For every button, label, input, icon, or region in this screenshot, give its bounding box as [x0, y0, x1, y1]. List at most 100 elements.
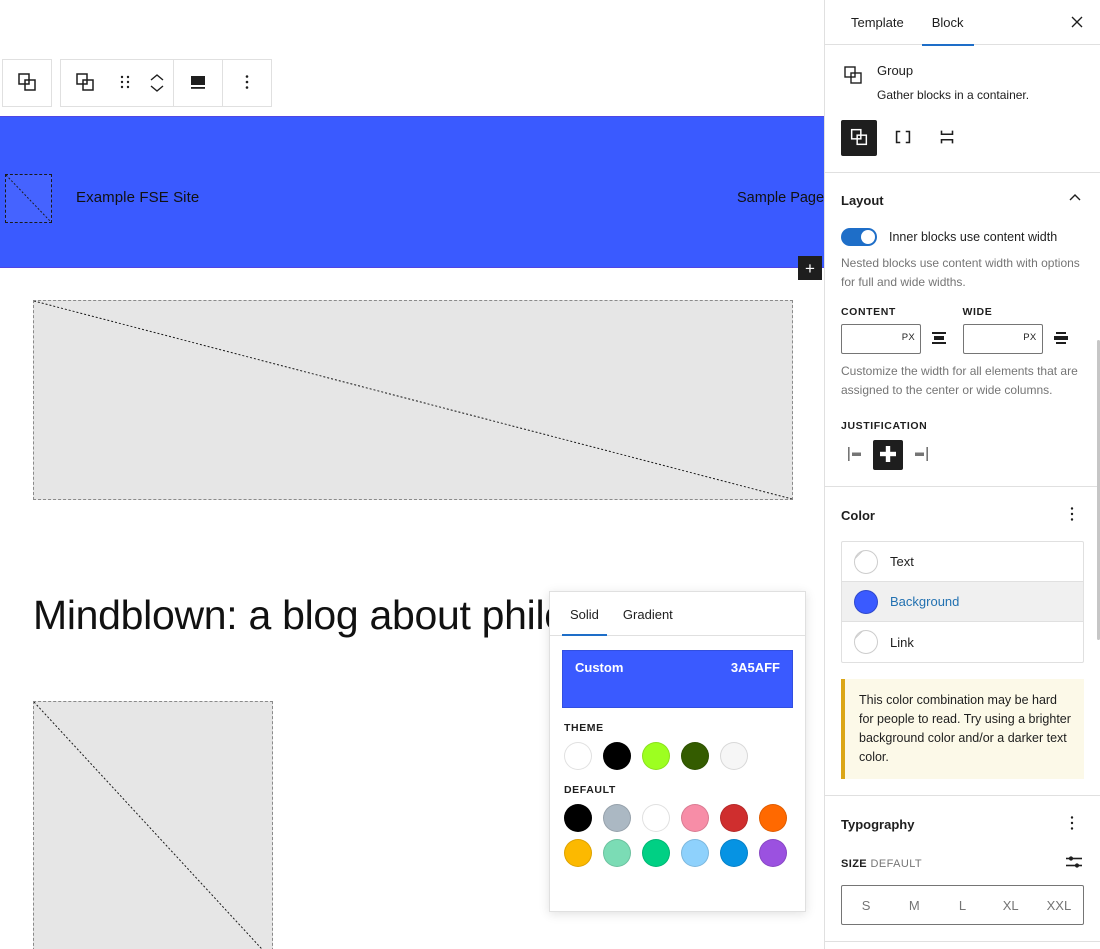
- default-swatch-0[interactable]: [564, 804, 592, 832]
- text-color-swatch: [854, 549, 878, 574]
- default-swatch-2[interactable]: [642, 804, 670, 832]
- content-width-preset-button[interactable]: [929, 328, 949, 351]
- color-picker-tabs: Solid Gradient: [550, 592, 805, 636]
- featured-image-placeholder[interactable]: [33, 300, 793, 500]
- custom-color-swatch[interactable]: Custom 3A5AFF: [562, 650, 793, 708]
- block-toolbar: [2, 59, 272, 107]
- custom-color-label: Custom: [575, 660, 624, 675]
- chevron-up-icon: [1066, 189, 1084, 212]
- theme-swatch-0[interactable]: [564, 742, 592, 770]
- nav-item-sample-page[interactable]: Sample Page: [737, 190, 824, 206]
- typography-options-button[interactable]: [1060, 812, 1084, 836]
- font-size-label: SIZE DEFAULT: [841, 858, 922, 870]
- default-swatch-6[interactable]: [564, 839, 592, 867]
- justify-center-button[interactable]: [873, 440, 903, 470]
- color-item-label: Background: [890, 594, 960, 609]
- inner-blocks-content-width-toggle[interactable]: [841, 228, 877, 246]
- align-wide-width-icon: [1051, 328, 1071, 351]
- default-swatch-3[interactable]: [681, 804, 709, 832]
- ellipsis-vertical-icon: [1063, 505, 1081, 526]
- color-picker-popover: Solid Gradient Custom 3A5AFF THEME DEFAU…: [549, 591, 806, 912]
- color-item-background[interactable]: Background: [842, 582, 1083, 622]
- variation-stack-button[interactable]: [929, 120, 965, 156]
- default-swatch-10[interactable]: [720, 839, 748, 867]
- theme-swatch-3[interactable]: [681, 742, 709, 770]
- default-swatch-8[interactable]: [642, 839, 670, 867]
- font-size-s-button[interactable]: S: [842, 886, 890, 924]
- block-card-section: Group Gather blocks in a container.: [825, 45, 1100, 173]
- sidebar-tabs: Template Block: [825, 0, 1100, 46]
- color-panel-header: Color: [841, 503, 1084, 527]
- justification-label: JUSTIFICATION: [841, 420, 928, 432]
- variation-group-button[interactable]: [841, 120, 877, 156]
- typography-panel: Typography SIZE DEFAULT S M L XL XXL: [825, 796, 1100, 942]
- tab-gradient[interactable]: Gradient: [611, 592, 685, 636]
- variation-row-button[interactable]: [885, 120, 921, 156]
- block-toolbar-main: [60, 59, 272, 107]
- tab-block[interactable]: Block: [918, 0, 978, 46]
- editor-screen: Example FSE Site Sample Page + Mindblown…: [0, 0, 1100, 949]
- close-icon: [1069, 14, 1085, 33]
- block-card: Group Gather blocks in a container.: [841, 61, 1084, 104]
- ellipsis-vertical-icon: [238, 73, 256, 94]
- palette-theme-row: [550, 742, 805, 770]
- color-panel-title: Color: [841, 507, 875, 523]
- default-swatch-11[interactable]: [759, 839, 787, 867]
- wide-width-control: WIDE PX: [962, 306, 1085, 354]
- color-item-link[interactable]: Link: [842, 622, 1083, 662]
- default-swatch-9[interactable]: [681, 839, 709, 867]
- sliders-icon: [1064, 852, 1084, 875]
- justify-right-button[interactable]: [905, 440, 935, 470]
- layout-help-text: Nested blocks use content width with opt…: [841, 256, 1080, 289]
- wide-width-input[interactable]: [962, 324, 1043, 354]
- font-size-xl-button[interactable]: XL: [987, 886, 1035, 924]
- font-size-segments: S M L XL XXL: [841, 885, 1084, 925]
- close-settings-button[interactable]: [1064, 10, 1090, 36]
- block-appender-button[interactable]: +: [798, 256, 822, 280]
- layout-panel: Layout Inner blocks use content width Ne…: [825, 173, 1100, 487]
- theme-swatch-4[interactable]: [720, 742, 748, 770]
- post-image-placeholder[interactable]: [33, 701, 273, 949]
- color-item-label: Text: [890, 554, 914, 569]
- font-size-custom-toggle-button[interactable]: [1064, 852, 1084, 875]
- content-width-input[interactable]: [841, 324, 921, 354]
- width-help-text: Customize the width for all elements tha…: [841, 364, 1078, 397]
- justify-center-icon: [876, 442, 900, 469]
- site-title[interactable]: Example FSE Site: [76, 189, 199, 206]
- font-size-l-button[interactable]: L: [938, 886, 986, 924]
- font-size-xxl-button[interactable]: XXL: [1035, 886, 1083, 924]
- theme-swatch-1[interactable]: [603, 742, 631, 770]
- default-swatch-7[interactable]: [603, 839, 631, 867]
- justify-left-button[interactable]: [841, 440, 871, 470]
- group-icon: [841, 63, 865, 87]
- block-card-description: Gather blocks in a container.: [877, 88, 1030, 102]
- layout-panel-header[interactable]: Layout: [841, 189, 1084, 212]
- wide-width-preset-button[interactable]: [1051, 328, 1071, 351]
- align-center-width-icon: [929, 328, 949, 351]
- content-width-control: CONTENT PX: [841, 306, 963, 354]
- site-logo-placeholder[interactable]: [5, 174, 52, 223]
- color-options-button[interactable]: [1060, 503, 1084, 527]
- block-options-button[interactable]: [223, 60, 271, 106]
- drag-dots-icon: [116, 73, 134, 94]
- chevron-up-icon: [148, 72, 166, 83]
- theme-swatch-2[interactable]: [642, 742, 670, 770]
- default-swatch-4[interactable]: [720, 804, 748, 832]
- color-item-text[interactable]: Text: [842, 542, 1083, 582]
- group-icon: [848, 126, 870, 151]
- block-type-button[interactable]: [61, 60, 109, 106]
- font-size-m-button[interactable]: M: [890, 886, 938, 924]
- tab-template[interactable]: Template: [837, 0, 918, 45]
- default-swatch-1[interactable]: [603, 804, 631, 832]
- contrast-warning-notice: This color combination may be hard for p…: [841, 679, 1084, 779]
- background-color-swatch: [854, 589, 878, 614]
- editor-canvas: Example FSE Site Sample Page + Mindblown…: [0, 0, 824, 949]
- default-swatch-5[interactable]: [759, 804, 787, 832]
- settings-sidebar: Template Block Group Gather blocks in a …: [824, 0, 1100, 949]
- group-icon: [15, 70, 39, 97]
- select-parent-group-button[interactable]: [3, 60, 51, 106]
- align-wide-button[interactable]: [174, 60, 222, 106]
- move-up-down-button[interactable]: [141, 60, 173, 106]
- drag-handle-button[interactable]: [109, 60, 141, 106]
- tab-solid[interactable]: Solid: [558, 592, 611, 636]
